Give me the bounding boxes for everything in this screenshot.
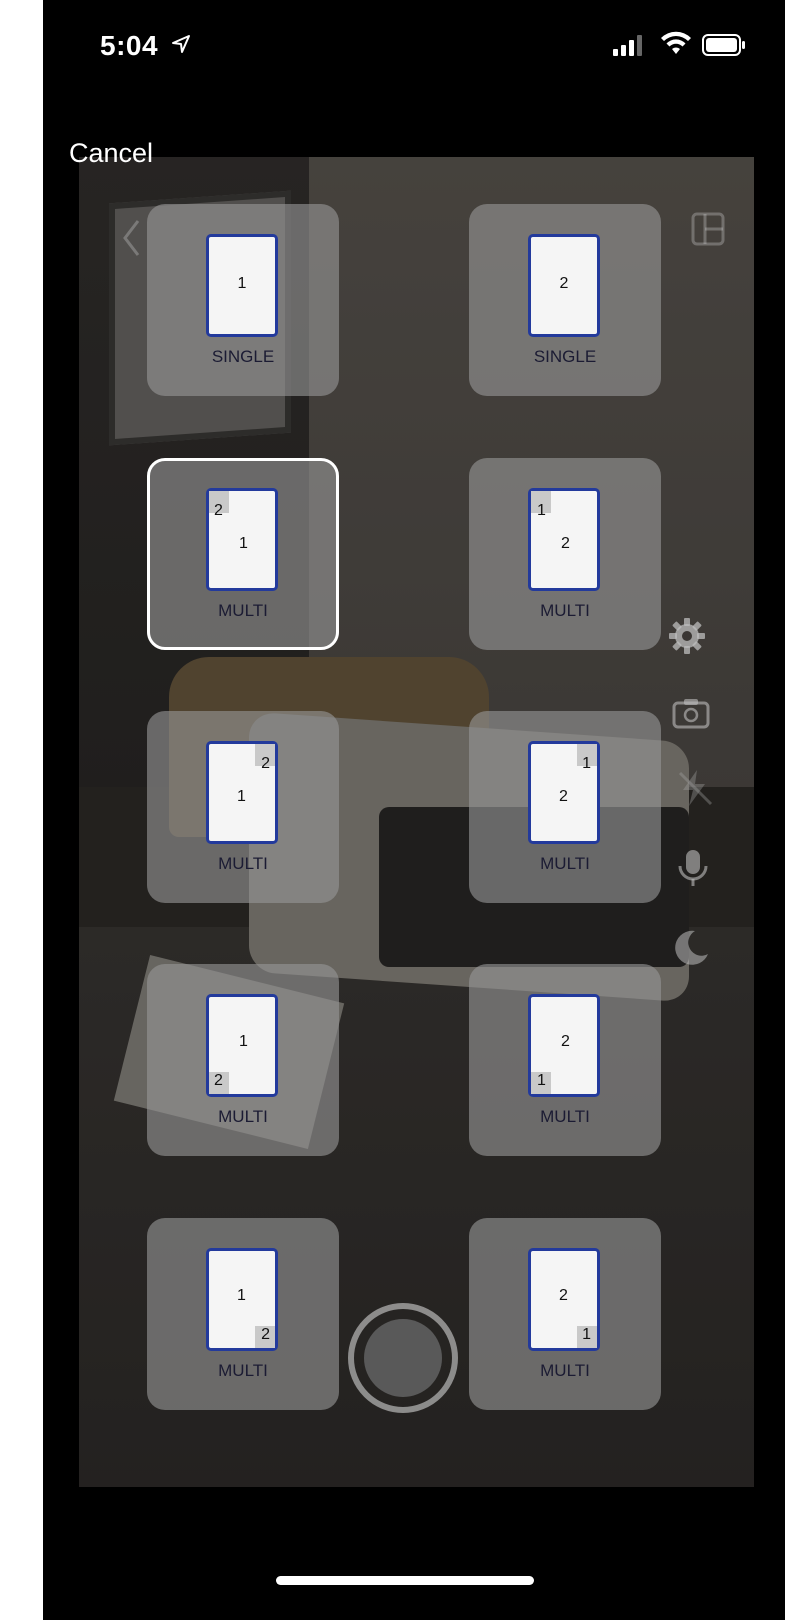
microphone-icon[interactable] [673, 848, 713, 888]
inset-page-number: 1 [582, 755, 591, 772]
layout-option-label: MULTI [218, 601, 268, 620]
layout-option-single-2[interactable]: 2 SINGLE [469, 204, 661, 396]
inset-page-number: 1 [582, 1326, 591, 1343]
layout-option-multi-bottom-right-2[interactable]: 2 1 MULTI [147, 1218, 339, 1410]
layout-option-label: MULTI [218, 1361, 268, 1380]
battery-icon [702, 34, 745, 56]
layout-option-label: MULTI [540, 854, 590, 873]
layout-option-label: MULTI [218, 854, 268, 873]
layout-option-multi-top-right-1[interactable]: 1 2 MULTI [469, 711, 661, 903]
layout-option-label: MULTI [540, 1107, 590, 1126]
shutter-button-inner [364, 1319, 442, 1397]
page-layout-icon: 2 1 [206, 1248, 278, 1351]
inset-page-number: 2 [261, 1326, 270, 1343]
wifi-icon [661, 31, 691, 54]
page-layout-icon: 1 2 [528, 994, 600, 1097]
page-layout-icon: 2 1 [206, 488, 278, 591]
inset-page-number: 2 [261, 755, 270, 772]
page-number: 2 [559, 275, 569, 292]
layout-grid-icon[interactable] [691, 212, 725, 246]
cancel-button[interactable]: Cancel [69, 138, 153, 169]
layout-option-label: SINGLE [211, 347, 275, 366]
layout-option-single-1[interactable]: 1 SINGLE [147, 204, 339, 396]
page-number: 2 [559, 788, 568, 805]
page-number: 1 [239, 1033, 248, 1050]
page-number: 1 [237, 275, 247, 292]
shutter-button[interactable] [348, 1303, 458, 1413]
page-number: 1 [239, 535, 248, 552]
inset-page-number: 2 [214, 1072, 223, 1089]
page-layout-icon: 1 2 [528, 488, 600, 591]
moon-icon[interactable] [671, 928, 711, 968]
page-layout-icon: 1 2 [528, 1248, 600, 1351]
page-layout-icon: 2 [528, 234, 600, 337]
home-indicator[interactable] [276, 1576, 534, 1585]
page-number: 2 [559, 1287, 568, 1304]
layout-option-multi-top-left-2[interactable]: 2 1 MULTI [147, 458, 339, 650]
layout-option-label: SINGLE [533, 347, 597, 366]
layout-option-multi-bottom-left-1[interactable]: 1 2 MULTI [469, 964, 661, 1156]
camera-flip-icon[interactable] [671, 694, 711, 734]
layout-option-label: MULTI [540, 1361, 590, 1380]
cellular-signal-icon [613, 35, 642, 56]
status-time: 5:04 [100, 30, 159, 61]
inset-page-number: 1 [537, 502, 546, 519]
inset-page-number: 2 [214, 502, 223, 519]
page-number: 2 [561, 535, 570, 552]
page-number: 1 [237, 788, 246, 805]
layout-option-multi-top-left-1[interactable]: 1 2 MULTI [469, 458, 661, 650]
page-layout-icon: 1 [206, 234, 278, 337]
status-bar: 5:04 [43, 0, 785, 90]
location-arrow-icon [172, 35, 190, 53]
page-layout-icon: 2 1 [206, 741, 278, 844]
page-layout-icon: 1 2 [528, 741, 600, 844]
chevron-left-icon[interactable] [121, 218, 141, 258]
layout-option-label: MULTI [540, 601, 590, 620]
layout-option-multi-bottom-left-2[interactable]: 2 1 MULTI [147, 964, 339, 1156]
page-layout-icon: 2 1 [206, 994, 278, 1097]
layout-option-multi-bottom-right-1[interactable]: 1 2 MULTI [469, 1218, 661, 1410]
layout-option-multi-top-right-2[interactable]: 2 1 MULTI [147, 711, 339, 903]
phone-screen: 5:04 Cancel 1 SINGLE 2 SINGLE 2 1 MULTI … [43, 0, 785, 1620]
inset-page-number: 1 [537, 1072, 546, 1089]
page-number: 1 [237, 1287, 246, 1304]
flash-off-icon[interactable] [675, 768, 715, 808]
page-number: 2 [561, 1033, 570, 1050]
gear-icon[interactable] [667, 616, 707, 656]
layout-option-label: MULTI [218, 1107, 268, 1126]
